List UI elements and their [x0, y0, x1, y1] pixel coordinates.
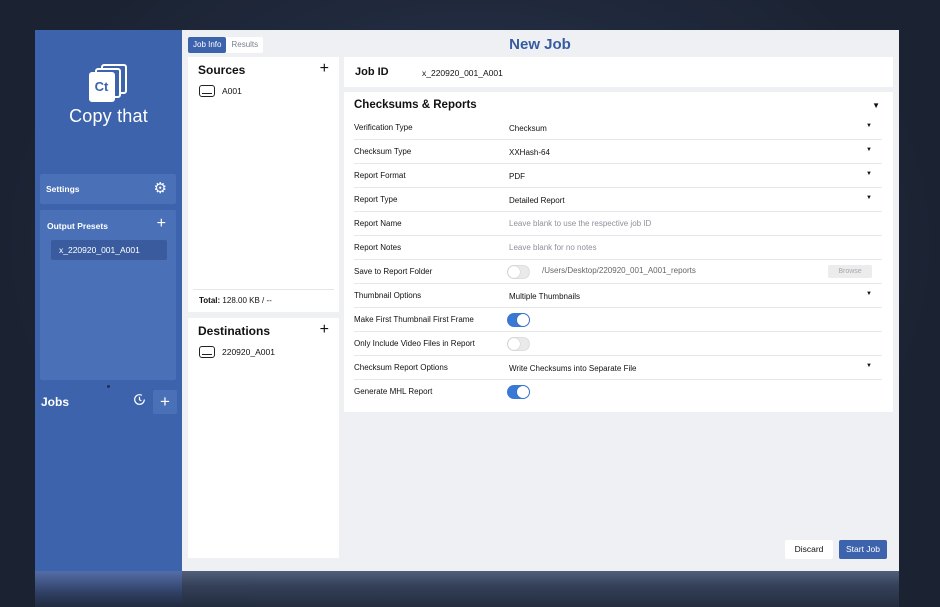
row-label: Checksum Report Options — [354, 363, 448, 372]
jobs-label: Jobs — [41, 395, 70, 409]
destinations-title: Destinations — [198, 324, 271, 338]
dropdown-caret-icon[interactable]: ▼ — [866, 363, 872, 369]
row-label: Report Format — [354, 171, 406, 180]
dropdown-caret-icon[interactable]: ▼ — [866, 123, 872, 129]
row-label: Only Include Video Files in Report — [354, 339, 475, 348]
destination-item[interactable]: 220920_A001 — [199, 346, 275, 358]
settings-button[interactable]: Settings ⚙ — [40, 174, 176, 204]
row-label: Report Notes — [354, 243, 402, 252]
thumbnail-options-select[interactable]: Multiple Thumbnails — [509, 292, 580, 301]
report-notes-row: Report Notes Leave blank for no notes — [354, 236, 882, 260]
verification-type-select[interactable]: Checksum — [509, 124, 547, 133]
row-label: Report Type — [354, 195, 398, 204]
add-preset-icon[interactable]: + — [157, 215, 166, 233]
first-frame-toggle[interactable] — [507, 313, 530, 327]
destination-name: 220920_A001 — [222, 347, 275, 357]
app-logo: Ct Copy that — [35, 62, 182, 127]
checksum-report-options-select[interactable]: Write Checksums into Separate File — [509, 364, 636, 373]
dropdown-caret-icon[interactable]: ▼ — [866, 147, 872, 153]
history-icon[interactable] — [133, 393, 146, 409]
thumbnail-options-row[interactable]: Thumbnail Options Multiple Thumbnails ▼ — [354, 284, 882, 308]
brand-name: Copy that — [69, 106, 148, 126]
logo-badge: Ct — [88, 72, 115, 102]
add-job-button[interactable]: + — [153, 390, 177, 414]
job-id-field[interactable]: x_220920_001_A001 — [422, 68, 503, 78]
dropdown-caret-icon[interactable]: ▼ — [866, 171, 872, 177]
save-report-folder-row: Save to Report Folder /Users/Desktop/220… — [354, 260, 882, 284]
source-name: A001 — [222, 86, 242, 96]
total-value: 128.00 KB / -- — [222, 296, 272, 305]
source-item[interactable]: A001 — [199, 85, 242, 97]
job-id-label: Job ID — [355, 66, 389, 78]
add-destination-button[interactable]: + — [320, 321, 329, 339]
report-format-select[interactable]: PDF — [509, 172, 525, 181]
first-frame-row: Make First Thumbnail First Frame — [354, 308, 882, 332]
verification-type-row[interactable]: Verification Type Checksum ▼ — [354, 116, 882, 140]
mhl-report-toggle[interactable] — [507, 385, 530, 399]
tab-job-info[interactable]: Job Info — [188, 37, 227, 53]
report-notes-input[interactable]: Leave blank for no notes — [509, 243, 597, 252]
copythat-logo-icon: Ct — [88, 62, 129, 102]
job-id-card: Job ID x_220920_001_A001 — [344, 57, 893, 87]
destinations-panel: Destinations + 220920_A001 — [188, 318, 339, 558]
start-job-button[interactable]: Start Job — [839, 540, 887, 559]
video-only-toggle[interactable] — [507, 337, 530, 351]
row-label: Generate MHL Report — [354, 387, 433, 396]
checksum-type-select[interactable]: XXHash-64 — [509, 148, 550, 157]
window-reflection — [35, 571, 899, 607]
row-label: Checksum Type — [354, 147, 412, 156]
report-type-row[interactable]: Report Type Detailed Report ▼ — [354, 188, 882, 212]
sidebar: Ct Copy that Settings ⚙ Output Presets +… — [35, 30, 182, 571]
checksums-reports-card: Checksums & Reports ▼ Verification Type … — [344, 92, 893, 412]
dropdown-caret-icon[interactable]: ▼ — [866, 195, 872, 201]
row-label: Save to Report Folder — [354, 267, 433, 276]
gear-icon[interactable]: ⚙ — [154, 180, 167, 197]
row-label: Thumbnail Options — [354, 291, 422, 300]
report-type-select[interactable]: Detailed Report — [509, 196, 565, 205]
sources-title: Sources — [198, 63, 246, 77]
row-label: Verification Type — [354, 123, 413, 132]
sources-total: Total: 128.00 KB / -- — [193, 289, 334, 305]
video-only-row: Only Include Video Files in Report — [354, 332, 882, 356]
tab-results[interactable]: Results — [226, 37, 263, 53]
sources-panel: Sources + A001 Total: 128.00 KB / -- — [188, 57, 339, 312]
report-name-row: Report Name Leave blank to use the respe… — [354, 212, 882, 236]
report-name-input[interactable]: Leave blank to use the respective job ID — [509, 219, 651, 228]
add-source-button[interactable]: + — [320, 60, 329, 78]
reports-title: Checksums & Reports — [354, 99, 477, 111]
report-folder-path: /Users/Desktop/220920_001_A001_reports — [542, 266, 696, 275]
app-window: Ct Copy that Settings ⚙ Output Presets +… — [35, 30, 899, 571]
discard-button[interactable]: Discard — [785, 540, 833, 559]
collapse-caret-icon[interactable]: ▼ — [872, 101, 880, 110]
report-format-row[interactable]: Report Format PDF ▼ — [354, 164, 882, 188]
preset-item[interactable]: x_220920_001_A001 — [51, 240, 167, 260]
row-label: Make First Thumbnail First Frame — [354, 315, 474, 324]
save-report-folder-toggle[interactable] — [507, 265, 530, 279]
checksum-type-row[interactable]: Checksum Type XXHash-64 ▼ — [354, 140, 882, 164]
tab-bar: Job Info Results — [188, 37, 264, 53]
mhl-report-row: Generate MHL Report — [354, 380, 882, 404]
output-presets-label: Output Presets — [47, 221, 108, 231]
dropdown-caret-icon[interactable]: ▼ — [866, 291, 872, 297]
browse-button[interactable]: Browse — [828, 265, 872, 278]
drive-icon — [199, 346, 215, 358]
page-title: New Job — [509, 36, 571, 53]
settings-label: Settings — [46, 184, 80, 194]
total-label: Total: — [199, 296, 221, 305]
checksum-report-options-row[interactable]: Checksum Report Options Write Checksums … — [354, 356, 882, 380]
row-label: Report Name — [354, 219, 402, 228]
divider-dot — [107, 385, 110, 388]
output-presets-panel: Output Presets + x_220920_001_A001 — [40, 210, 176, 380]
drive-icon — [199, 85, 215, 97]
